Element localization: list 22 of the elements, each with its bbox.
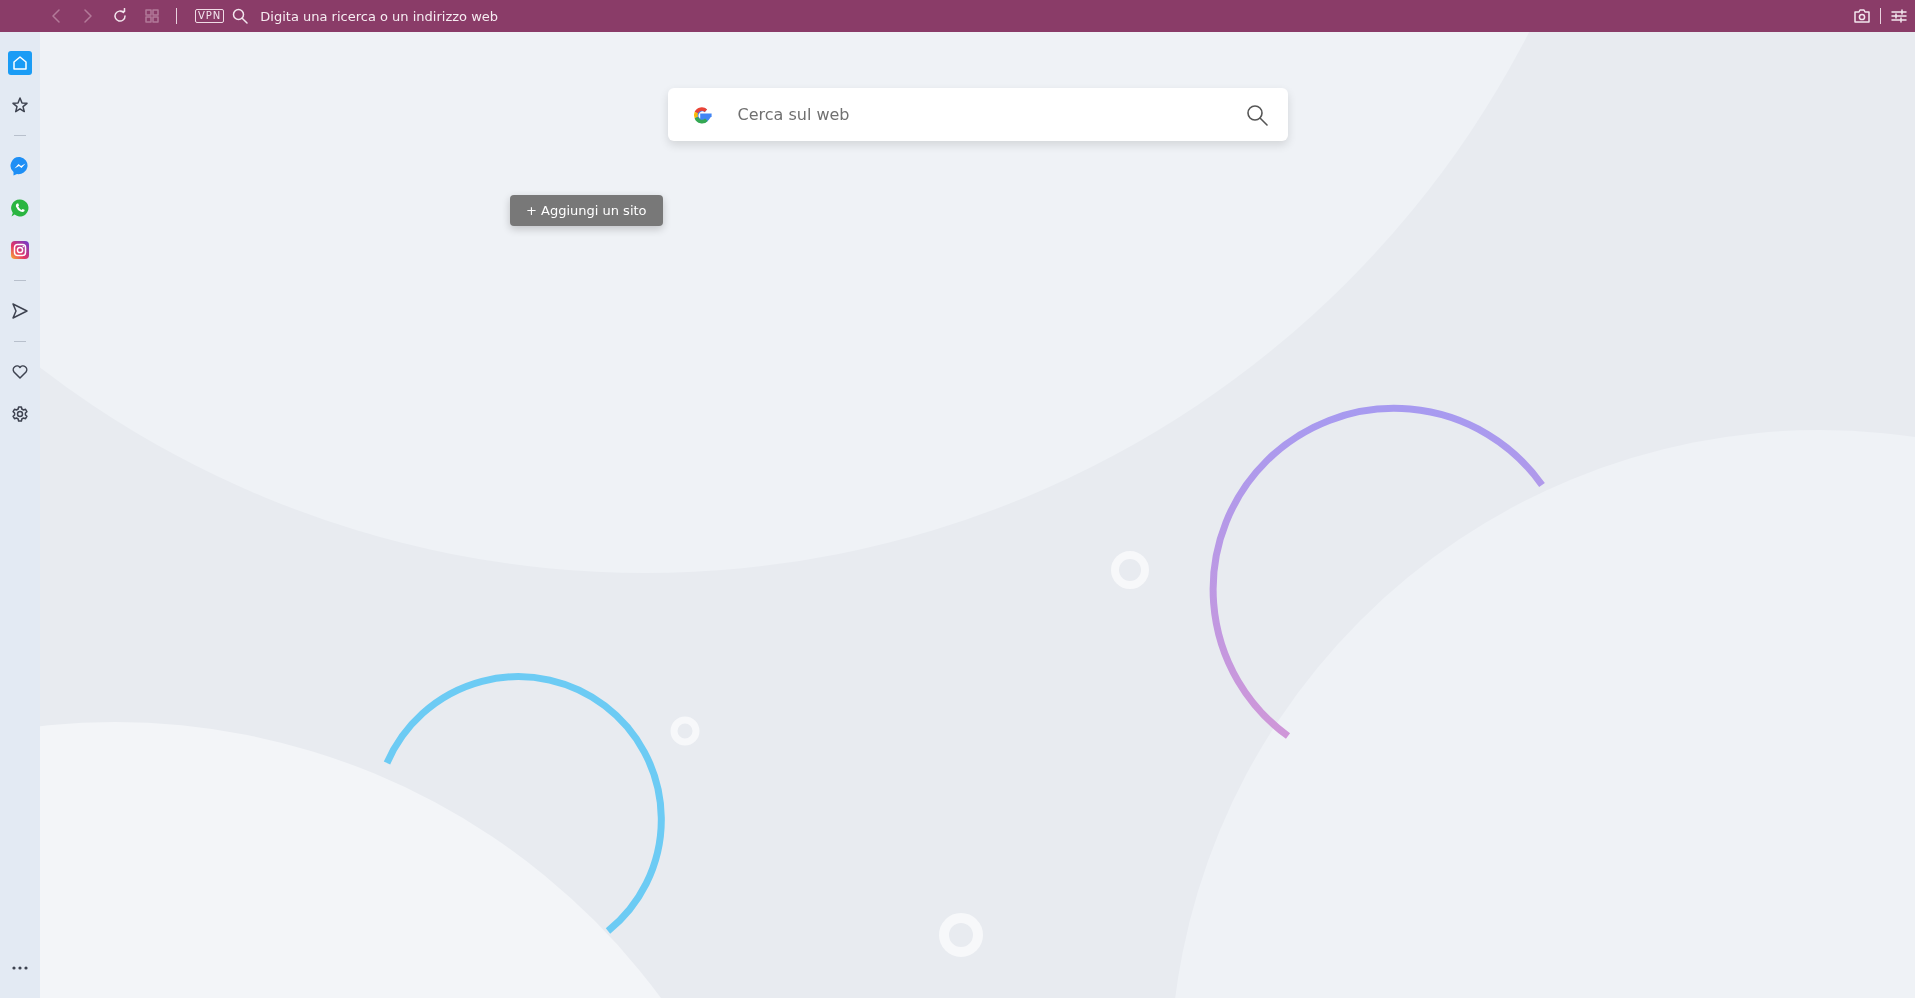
sidebar-button[interactable]: [8, 238, 32, 262]
address-field[interactable]: Digita una ricerca o un indirizzo web: [258, 7, 683, 25]
vpn-badge[interactable]: VPN: [195, 9, 225, 23]
chevron-right-icon: [83, 9, 93, 23]
home-icon: [11, 54, 29, 72]
send-icon: [11, 302, 29, 320]
search-icon[interactable]: [1245, 103, 1268, 126]
sliders-icon: [1891, 9, 1907, 23]
add-site-button[interactable]: + Aggiungi un sito: [510, 195, 663, 226]
instagram-icon: [10, 240, 30, 260]
whatsapp-icon: [10, 198, 30, 218]
messenger-icon: [10, 156, 30, 176]
star-icon: [11, 96, 29, 114]
search-bar[interactable]: Cerca sul web: [667, 88, 1288, 141]
camera-icon: [1854, 9, 1870, 23]
chevron-left-icon: [51, 9, 61, 23]
settings-icon: [11, 405, 29, 423]
reload-icon: [112, 8, 128, 24]
heart-icon: [11, 363, 29, 381]
ellipsis-icon: [12, 966, 28, 970]
grid-icon: [145, 9, 159, 23]
search-icon: [232, 8, 249, 24]
